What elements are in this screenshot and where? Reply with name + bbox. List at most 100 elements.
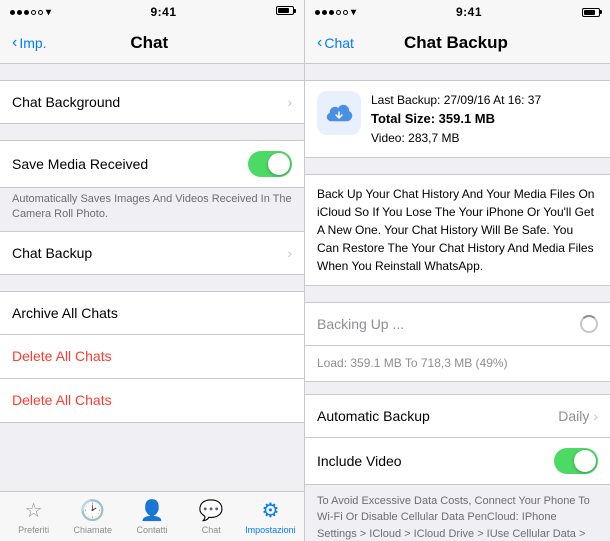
right-panel: ▾ 9:41 ‹ Chat Chat Backup Last Backup:: [305, 0, 610, 541]
archive-all-cell[interactable]: Archive All Chats: [0, 291, 304, 335]
toggle-knob: [268, 153, 290, 175]
right-separator-2: [305, 158, 610, 174]
include-video-cell[interactable]: Include Video: [305, 438, 610, 485]
backing-up-cell: Backing Up ...: [305, 302, 610, 346]
delete-all-2-cell[interactable]: Delete All Chats: [0, 379, 304, 423]
right-back-label: Chat: [324, 35, 354, 51]
auto-backup-value: Daily: [558, 408, 589, 424]
load-progress-cell: Load: 359.1 MB To 718,3 MB (49%): [305, 346, 610, 382]
spinner-icon: [580, 315, 598, 333]
left-time: 9:41: [151, 5, 177, 19]
person-icon: 👤: [140, 498, 165, 523]
chat-background-label: Chat Background: [12, 94, 287, 110]
delete-all-2-label: Delete All Chats: [12, 392, 292, 408]
right-battery-fill: [584, 10, 595, 15]
tab-preferiti[interactable]: ☆ Preferiti: [4, 492, 63, 541]
right-signal-dots: [315, 10, 348, 15]
backing-up-label: Backing Up ...: [317, 316, 404, 332]
right-nav-title: Chat Backup: [354, 33, 558, 53]
battery-fill: [278, 8, 289, 13]
right-wifi-icon: ▾: [351, 7, 356, 18]
right-settings-list: Last Backup: 27/09/16 At 16: 37 Total Si…: [305, 64, 610, 541]
right-nav-back[interactable]: ‹ Chat: [317, 35, 354, 51]
delete-all-1-label: Delete All Chats: [12, 348, 292, 364]
star-icon: ☆: [25, 498, 43, 523]
include-video-knob: [574, 450, 596, 472]
battery-icon: [276, 6, 294, 18]
back-chevron-icon: ‹: [12, 35, 17, 51]
dot4: [31, 10, 36, 15]
left-nav-back[interactable]: ‹ Imp.: [12, 35, 47, 51]
tab-preferiti-label: Preferiti: [18, 525, 49, 535]
right-nav-bar: ‹ Chat Chat Backup: [305, 22, 610, 64]
tab-chat-label: Chat: [202, 525, 221, 535]
dot1: [10, 10, 15, 15]
include-video-label: Include Video: [317, 453, 554, 469]
cloud-info-cell: Last Backup: 27/09/16 At 16: 37 Total Si…: [305, 80, 610, 158]
tab-chat[interactable]: 💬 Chat: [182, 492, 241, 541]
cloud-info-text: Last Backup: 27/09/16 At 16: 37 Total Si…: [371, 91, 598, 147]
separator-2: [0, 124, 304, 140]
left-status-bar: ▾ 9:41: [0, 0, 304, 22]
left-signal-icons: ▾: [10, 7, 51, 18]
left-tab-bar: ☆ Preferiti 🕑 Chiamate 👤 Contatti 💬 Chat…: [0, 491, 304, 541]
chat-background-cell[interactable]: Chat Background ›: [0, 80, 304, 124]
battery: [276, 6, 294, 15]
section-chat-backup: Chat Backup ›: [0, 231, 304, 275]
footer-note: To Avoid Excessive Data Costs, Connect Y…: [305, 485, 610, 541]
dot3: [24, 10, 29, 15]
dot2: [17, 10, 22, 15]
backup-description: Back Up Your Chat History And Your Media…: [305, 174, 610, 286]
separator-3: [0, 275, 304, 291]
left-panel: ▾ 9:41 ‹ Imp. Chat Chat Background ›: [0, 0, 305, 541]
left-back-label: Imp.: [19, 35, 46, 51]
section-actions: Archive All Chats Delete All Chats Delet…: [0, 291, 304, 423]
chat-background-chevron-icon: ›: [287, 94, 292, 110]
chat-icon: 💬: [199, 498, 224, 523]
tab-impostazioni[interactable]: ⚙ Impostazioni: [241, 492, 300, 541]
separator-1: [0, 64, 304, 80]
right-signal-icons: ▾: [315, 7, 356, 18]
auto-backup-label: Automatic Backup: [317, 408, 558, 424]
left-nav-title: Chat: [47, 33, 252, 53]
tab-impostazioni-label: Impostazioni: [245, 525, 296, 535]
rdot4: [336, 10, 341, 15]
auto-backup-chevron-icon: ›: [593, 408, 598, 424]
right-battery: [582, 8, 600, 17]
save-media-toggle[interactable]: [248, 151, 292, 177]
archive-all-label: Archive All Chats: [12, 305, 292, 321]
chat-backup-chevron-icon: ›: [287, 245, 292, 261]
rdot5: [343, 10, 348, 15]
tab-chiamate[interactable]: 🕑 Chiamate: [63, 492, 122, 541]
right-separator-3: [305, 286, 610, 302]
clock-icon: 🕑: [80, 498, 105, 523]
right-right-icons: [582, 8, 600, 17]
dot5: [38, 10, 43, 15]
right-status-bar: ▾ 9:41: [305, 0, 610, 22]
section-background: Chat Background ›: [0, 80, 304, 124]
wifi-icon: ▾: [46, 7, 51, 18]
chat-backup-cell[interactable]: Chat Backup ›: [0, 231, 304, 275]
last-backup-text: Last Backup: 27/09/16 At 16: 37: [371, 91, 598, 109]
tab-contatti[interactable]: 👤 Contatti: [122, 492, 181, 541]
tab-chiamate-label: Chiamate: [74, 525, 113, 535]
left-right-icons: [276, 6, 294, 18]
icloud-icon: [317, 91, 361, 135]
include-video-toggle[interactable]: [554, 448, 598, 474]
chat-backup-label: Chat Backup: [12, 245, 287, 261]
video-size-text: Video: 283,7 MB: [371, 129, 598, 147]
right-back-chevron-icon: ‹: [317, 35, 322, 51]
section-save-media: Save Media Received Automatically Saves …: [0, 140, 304, 231]
right-separator-1: [305, 64, 610, 80]
save-media-footer: Automatically Saves Images And Videos Re…: [0, 188, 304, 231]
auto-backup-cell[interactable]: Automatic Backup Daily ›: [305, 394, 610, 438]
total-size-text: Total Size: 359.1 MB: [371, 109, 598, 129]
delete-all-1-cell[interactable]: Delete All Chats: [0, 335, 304, 379]
signal-dots: [10, 10, 43, 15]
left-nav-bar: ‹ Imp. Chat: [0, 22, 304, 64]
gear-icon: ⚙: [261, 498, 279, 523]
save-media-label: Save Media Received: [12, 156, 248, 172]
save-media-cell[interactable]: Save Media Received: [0, 140, 304, 188]
rdot3: [329, 10, 334, 15]
backup-description-text: Back Up Your Chat History And Your Media…: [317, 187, 594, 273]
